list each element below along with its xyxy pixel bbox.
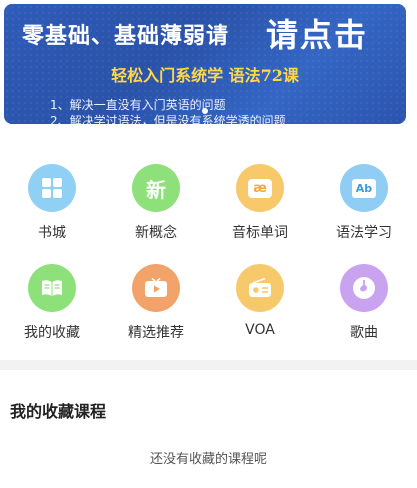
banner-point: 2、解决学过语法，但是没有系统学透的问题 [50,114,286,124]
banner-headline-cta: 请点击 [266,16,369,54]
xin-character-icon: 新 [132,164,180,212]
video-play-icon [132,264,180,312]
favorites-empty-message: 还没有收藏的课程呢 [149,452,267,467]
phonetic-ae-icon: æ [236,164,284,212]
feature-recommended[interactable]: 精选推荐 [104,264,208,342]
feature-voa[interactable]: VOA [208,264,312,338]
open-book-icon [28,264,76,312]
favorites-section-title: 我的收藏课程 [10,402,107,421]
feature-label: 新概念 [135,225,177,241]
feature-label: 书城 [38,225,66,241]
feature-new-concept[interactable]: 新 新概念 [104,164,208,242]
feature-my-favorites[interactable]: 我的收藏 [0,264,104,342]
feature-grammar[interactable]: Ab 语法学习 [312,164,416,242]
radio-icon [236,264,284,312]
feature-phonetics-words[interactable]: æ 音标单词 [208,164,312,242]
feature-bookstore[interactable]: 书城 [0,164,104,242]
banner-point: 1、解决一直没有入门英语的问题 [50,98,226,112]
section-divider [0,360,417,370]
carousel-indicator[interactable] [202,108,208,114]
feature-label: 精选推荐 [128,325,184,341]
feature-label: 语法学习 [336,225,392,241]
feature-label: 歌曲 [350,325,378,341]
ab-card-icon: Ab [340,164,388,212]
music-disc-icon [340,264,388,312]
grid-icon [28,164,76,212]
banner-subtitle: 轻松入门系统学 语法72课 [111,66,299,85]
feature-label: VOA [245,322,275,338]
promo-banner[interactable]: 零基础、基础薄弱请 请点击 轻松入门系统学 语法72课 1、解决一直没有入门英语… [4,4,406,124]
feature-label: 音标单词 [232,225,288,241]
feature-label: 我的收藏 [24,325,80,341]
feature-songs[interactable]: 歌曲 [312,264,416,342]
banner-headline: 零基础、基础薄弱请 [22,23,230,49]
